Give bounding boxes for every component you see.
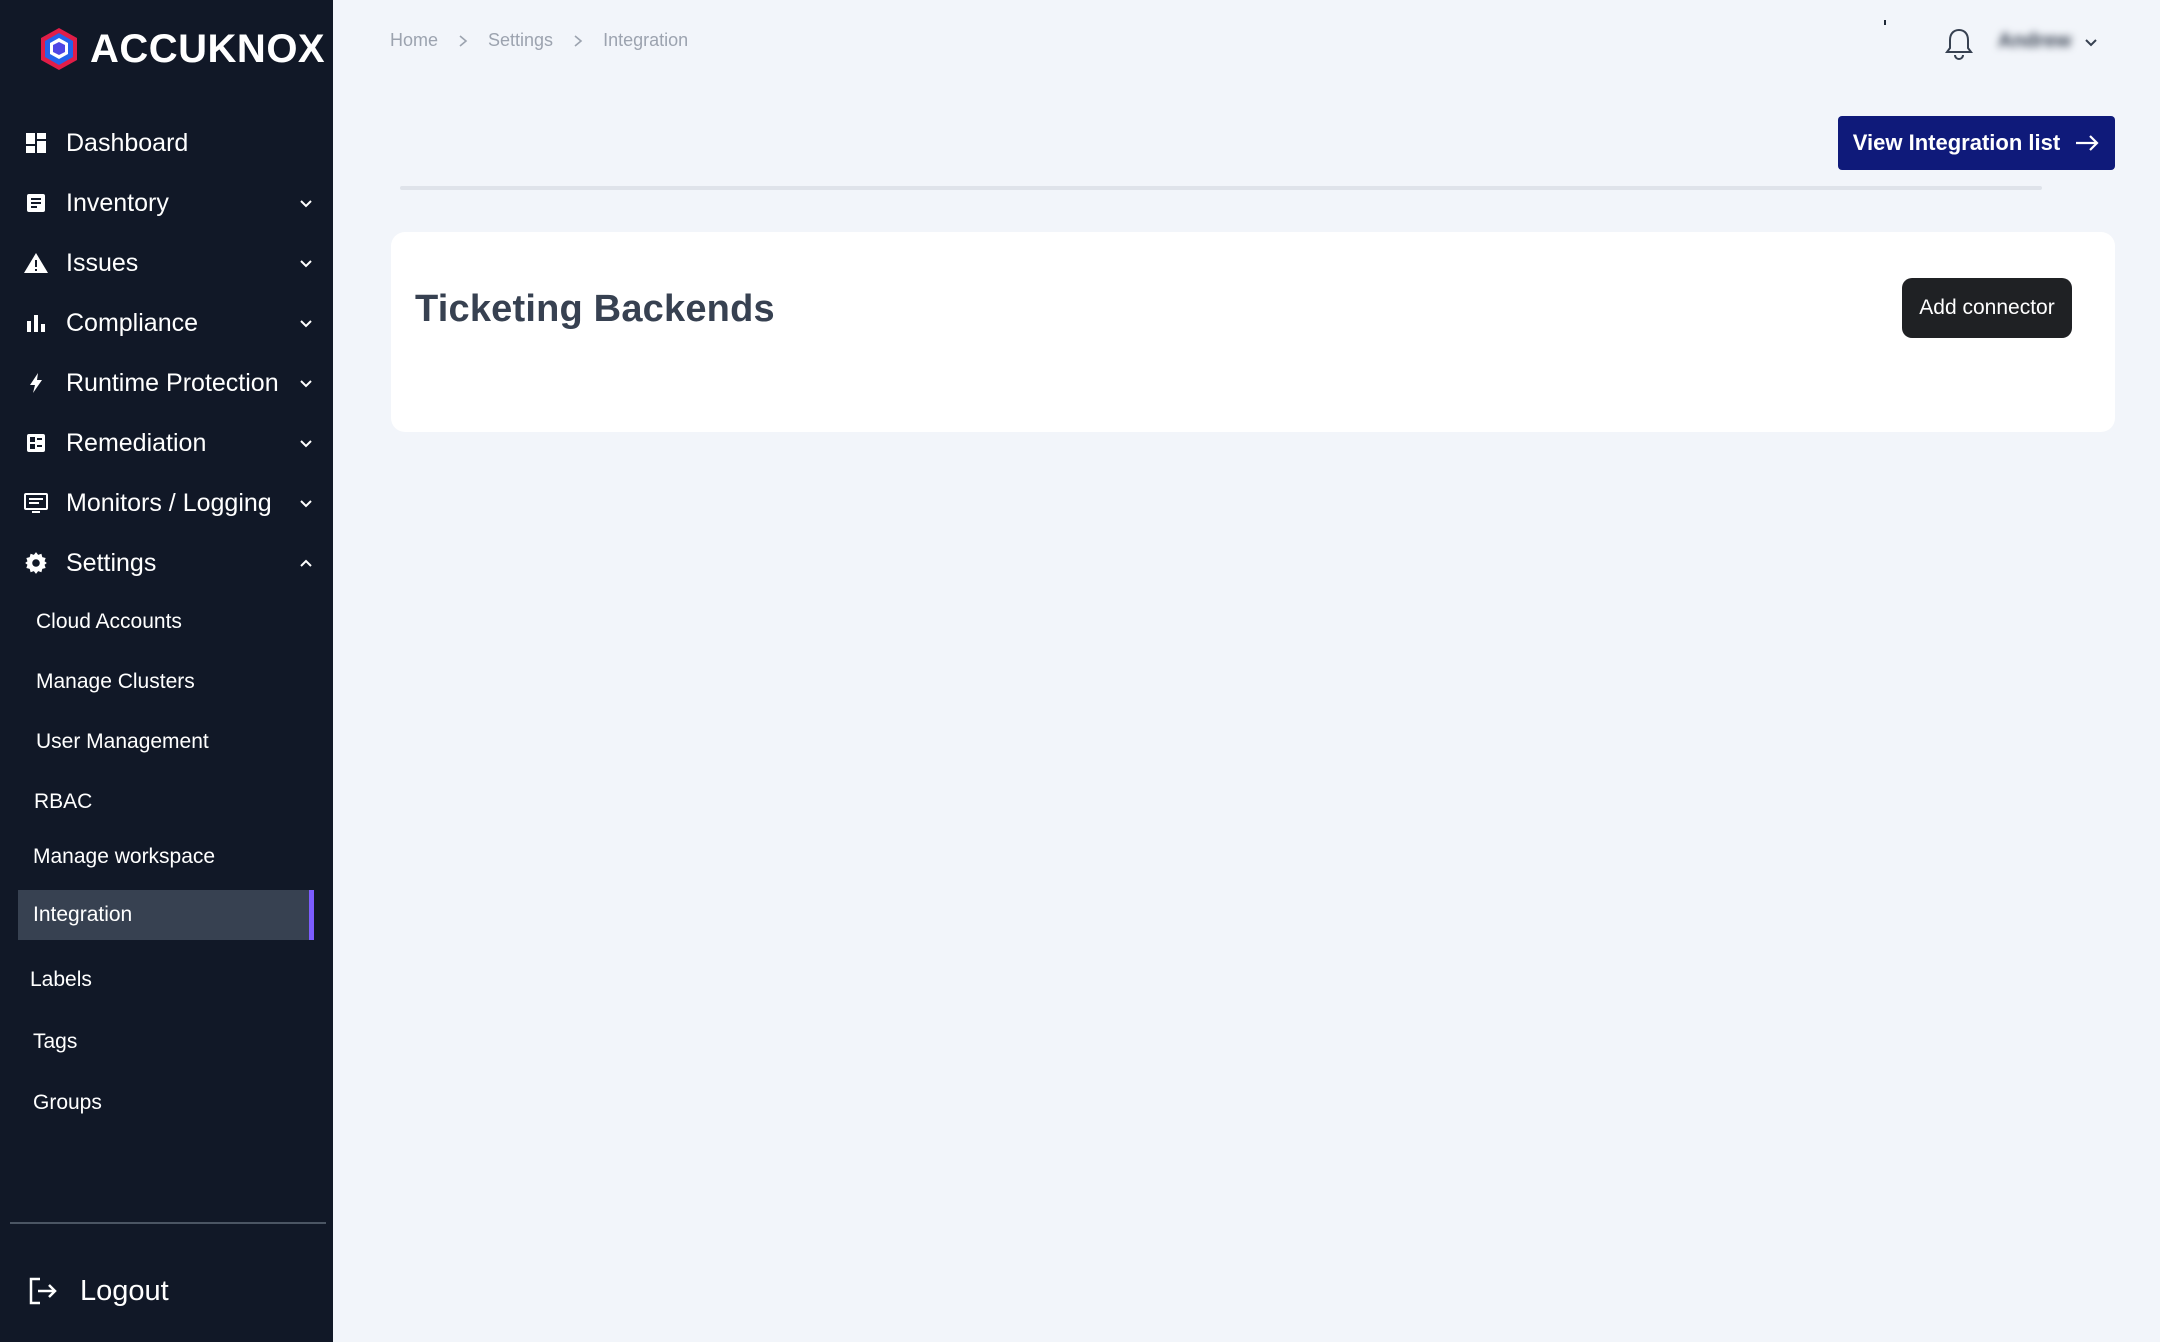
sidebar-item-label: Dashboard	[66, 128, 189, 157]
chevron-up-icon	[295, 552, 317, 574]
sidebar-subitem-user-management[interactable]: User Management	[36, 717, 209, 767]
gear-icon	[22, 549, 50, 577]
remediation-icon	[22, 429, 50, 457]
logout-button[interactable]: Logout	[26, 1266, 169, 1316]
breadcrumb-home[interactable]: Home	[390, 30, 438, 51]
breadcrumb-settings[interactable]: Settings	[488, 30, 553, 51]
section-divider	[400, 186, 2042, 190]
chevron-down-icon	[295, 372, 317, 394]
app-logo[interactable]: ACCUKNOX	[36, 26, 325, 72]
add-connector-button[interactable]: Add connector	[1902, 278, 2072, 338]
sidebar-item-monitors-logging[interactable]: Monitors / Logging	[22, 478, 317, 528]
view-integration-list-button[interactable]: View Integration list	[1838, 116, 2115, 170]
sidebar-item-label: Settings	[66, 548, 157, 577]
sidebar-subitem-tags[interactable]: Tags	[33, 1017, 77, 1067]
sidebar-subitem-groups[interactable]: Groups	[33, 1078, 102, 1128]
sidebar-item-compliance[interactable]: Compliance	[22, 298, 317, 348]
sidebar-item-inventory[interactable]: Inventory	[22, 178, 317, 228]
chevron-right-icon	[456, 34, 470, 48]
view-integration-list-label: View Integration list	[1852, 130, 2061, 155]
logout-icon	[29, 1277, 57, 1305]
decorative-dot	[1884, 20, 1886, 25]
dashboard-icon	[22, 129, 50, 157]
chevron-right-icon	[571, 34, 585, 48]
sidebar-item-label: Compliance	[66, 308, 199, 337]
sidebar-subitem-cloud-accounts[interactable]: Cloud Accounts	[36, 597, 182, 647]
user-name: Andrew	[1998, 30, 2072, 52]
accuknox-logo-icon	[41, 28, 77, 70]
chevron-down-icon	[295, 312, 317, 334]
sidebar-divider	[10, 1222, 326, 1224]
sidebar-item-runtime-protection[interactable]: Runtime Protection	[22, 358, 317, 408]
logout-label: Logout	[80, 1274, 169, 1307]
sidebar-item-issues[interactable]: Issues	[22, 238, 317, 288]
bolt-icon	[22, 369, 50, 397]
chevron-down-icon	[295, 252, 317, 274]
sidebar-subitem-manage-clusters[interactable]: Manage Clusters	[36, 657, 195, 707]
sidebar-item-settings[interactable]: Settings	[22, 538, 317, 588]
sidebar: ACCUKNOX Dashboard Inventory Issues Comp…	[0, 0, 333, 1342]
monitor-icon	[22, 489, 50, 517]
sidebar-item-label: Remediation	[66, 428, 207, 457]
sidebar-item-dashboard[interactable]: Dashboard	[22, 118, 317, 168]
chevron-down-icon	[295, 432, 317, 454]
sidebar-item-label: Inventory	[66, 188, 169, 217]
ticketing-backends-card: Ticketing Backends Add connector	[391, 232, 2115, 432]
chevron-down-icon	[295, 492, 317, 514]
bar-chart-icon	[22, 309, 50, 337]
sidebar-subitem-integration[interactable]: Integration	[18, 890, 314, 940]
sidebar-subitem-manage-workspace[interactable]: Manage workspace	[33, 832, 215, 882]
breadcrumb: Home Settings Integration	[390, 30, 688, 51]
warning-icon	[22, 249, 50, 277]
sidebar-item-label: Issues	[66, 248, 139, 277]
inventory-icon	[22, 189, 50, 217]
brand-name: ACCUKNOX	[90, 26, 326, 71]
card-title: Ticketing Backends	[415, 288, 775, 330]
notifications-bell-icon[interactable]	[1942, 26, 1976, 62]
sidebar-item-label: Runtime Protection	[66, 368, 279, 397]
chevron-down-icon	[295, 192, 317, 214]
arrow-right-icon	[2076, 135, 2099, 151]
sidebar-item-label: Monitors / Logging	[66, 488, 272, 517]
chevron-down-icon	[2085, 38, 2098, 46]
sidebar-subitem-rbac[interactable]: RBAC	[34, 777, 92, 827]
sidebar-subitem-labels[interactable]: Labels	[30, 955, 92, 1005]
user-menu[interactable]: Andrew	[1998, 30, 2099, 53]
sidebar-item-remediation[interactable]: Remediation	[22, 418, 317, 468]
breadcrumb-integration: Integration	[603, 30, 689, 50]
